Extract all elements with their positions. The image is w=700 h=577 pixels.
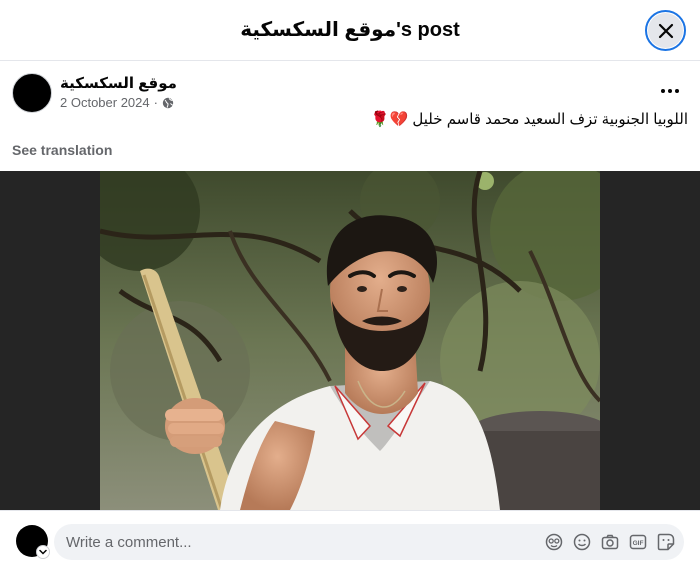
post-caption: اللوبيا الجنوبية تزف السعيد محمد قاسم خل… bbox=[370, 111, 688, 128]
post-meta: 2 October 2024 · bbox=[60, 95, 174, 110]
avatar-switch-badge[interactable] bbox=[36, 545, 50, 559]
post-date[interactable]: 2 October 2024 bbox=[60, 95, 150, 110]
see-translation-link[interactable]: See translation bbox=[12, 142, 112, 158]
avatar-sticker-icon[interactable] bbox=[544, 532, 564, 552]
globe-icon bbox=[162, 97, 174, 108]
dialog-title: موقع السكسكية's post bbox=[240, 19, 460, 41]
more-dot bbox=[661, 89, 665, 93]
post-photo[interactable] bbox=[100, 171, 600, 510]
close-button[interactable] bbox=[645, 10, 686, 51]
gif-icon[interactable]: GIF bbox=[628, 532, 648, 552]
dialog-header: موقع السكسكية's post bbox=[0, 0, 700, 61]
close-icon bbox=[658, 23, 673, 38]
photo-illustration bbox=[100, 171, 600, 510]
composer-icons: GIF bbox=[544, 532, 676, 552]
more-dot bbox=[675, 89, 679, 93]
comment-composer: GIF bbox=[0, 510, 700, 577]
sticker-icon[interactable] bbox=[656, 532, 676, 552]
svg-text:GIF: GIF bbox=[633, 540, 644, 547]
meta-separator: · bbox=[153, 95, 158, 110]
page-avatar[interactable] bbox=[12, 73, 52, 113]
more-options-button[interactable] bbox=[655, 79, 685, 103]
camera-icon[interactable] bbox=[600, 532, 620, 552]
emoji-icon[interactable] bbox=[572, 532, 592, 552]
post-media[interactable] bbox=[0, 171, 700, 510]
more-dot bbox=[668, 89, 672, 93]
post-author[interactable]: موقع السكسكية bbox=[60, 74, 177, 92]
chevron-down-icon bbox=[39, 549, 47, 555]
